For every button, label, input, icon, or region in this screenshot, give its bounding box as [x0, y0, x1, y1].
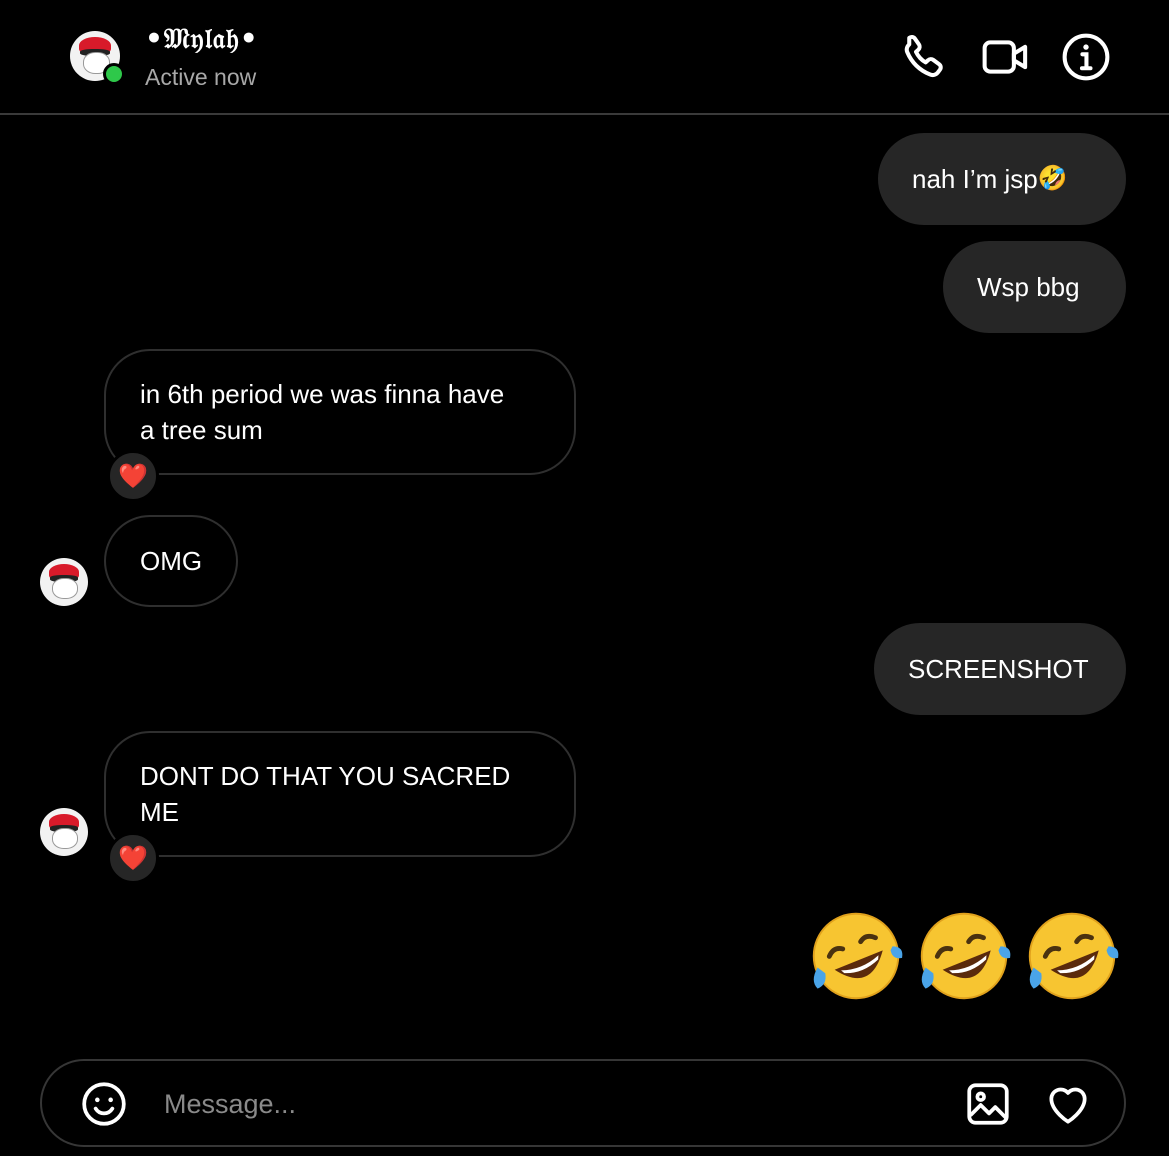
- message-text: DONT DO THAT YOU SACRED ME: [140, 761, 511, 827]
- heart-icon[interactable]: [1043, 1079, 1093, 1129]
- message-bubble-outgoing[interactable]: SCREENSHOT: [874, 623, 1126, 715]
- rofl-emoji[interactable]: 🤣: [916, 908, 1012, 1004]
- message-text: SCREENSHOT: [908, 654, 1089, 684]
- phone-icon[interactable]: [898, 30, 952, 84]
- video-call-icon[interactable]: [979, 30, 1033, 84]
- rofl-emoji[interactable]: 🤣: [1024, 908, 1120, 1004]
- message-input[interactable]: [162, 1079, 926, 1129]
- heart-reaction[interactable]: ❤️: [107, 832, 159, 884]
- contact-name[interactable]: •𝔐𝔶𝔩𝔞𝔥•: [145, 22, 259, 56]
- rofl-emoji: 🤣: [1037, 165, 1068, 192]
- contact-avatar[interactable]: [40, 808, 88, 856]
- heart-reaction[interactable]: ❤️: [107, 450, 159, 502]
- emoji-icon[interactable]: [79, 1079, 129, 1129]
- active-status: Active now: [145, 64, 257, 90]
- chat-header: •𝔐𝔶𝔩𝔞𝔥• Active now: [0, 0, 1169, 115]
- info-icon[interactable]: [1059, 30, 1113, 84]
- message-text: Wsp bbg: [977, 272, 1080, 302]
- message-bubble-incoming[interactable]: in 6th period we was finna have a tree s…: [104, 349, 576, 475]
- message-text: nah I’m jsp: [912, 164, 1038, 194]
- message-bubble-incoming[interactable]: DONT DO THAT YOU SACRED ME: [104, 731, 576, 857]
- contact-avatar[interactable]: [40, 558, 88, 606]
- message-bubble-outgoing[interactable]: Wsp bbg: [943, 241, 1126, 333]
- online-status-dot: [103, 63, 125, 85]
- message-composer: [40, 1059, 1126, 1147]
- message-text: in 6th period we was finna have a tree s…: [140, 379, 505, 445]
- message-bubble-incoming[interactable]: OMG: [104, 515, 238, 607]
- message-bubble-outgoing[interactable]: nah I’m jsp 🤣: [878, 133, 1126, 225]
- image-icon[interactable]: [963, 1079, 1013, 1129]
- rofl-emoji[interactable]: 🤣: [808, 908, 904, 1004]
- message-text: OMG: [140, 546, 203, 576]
